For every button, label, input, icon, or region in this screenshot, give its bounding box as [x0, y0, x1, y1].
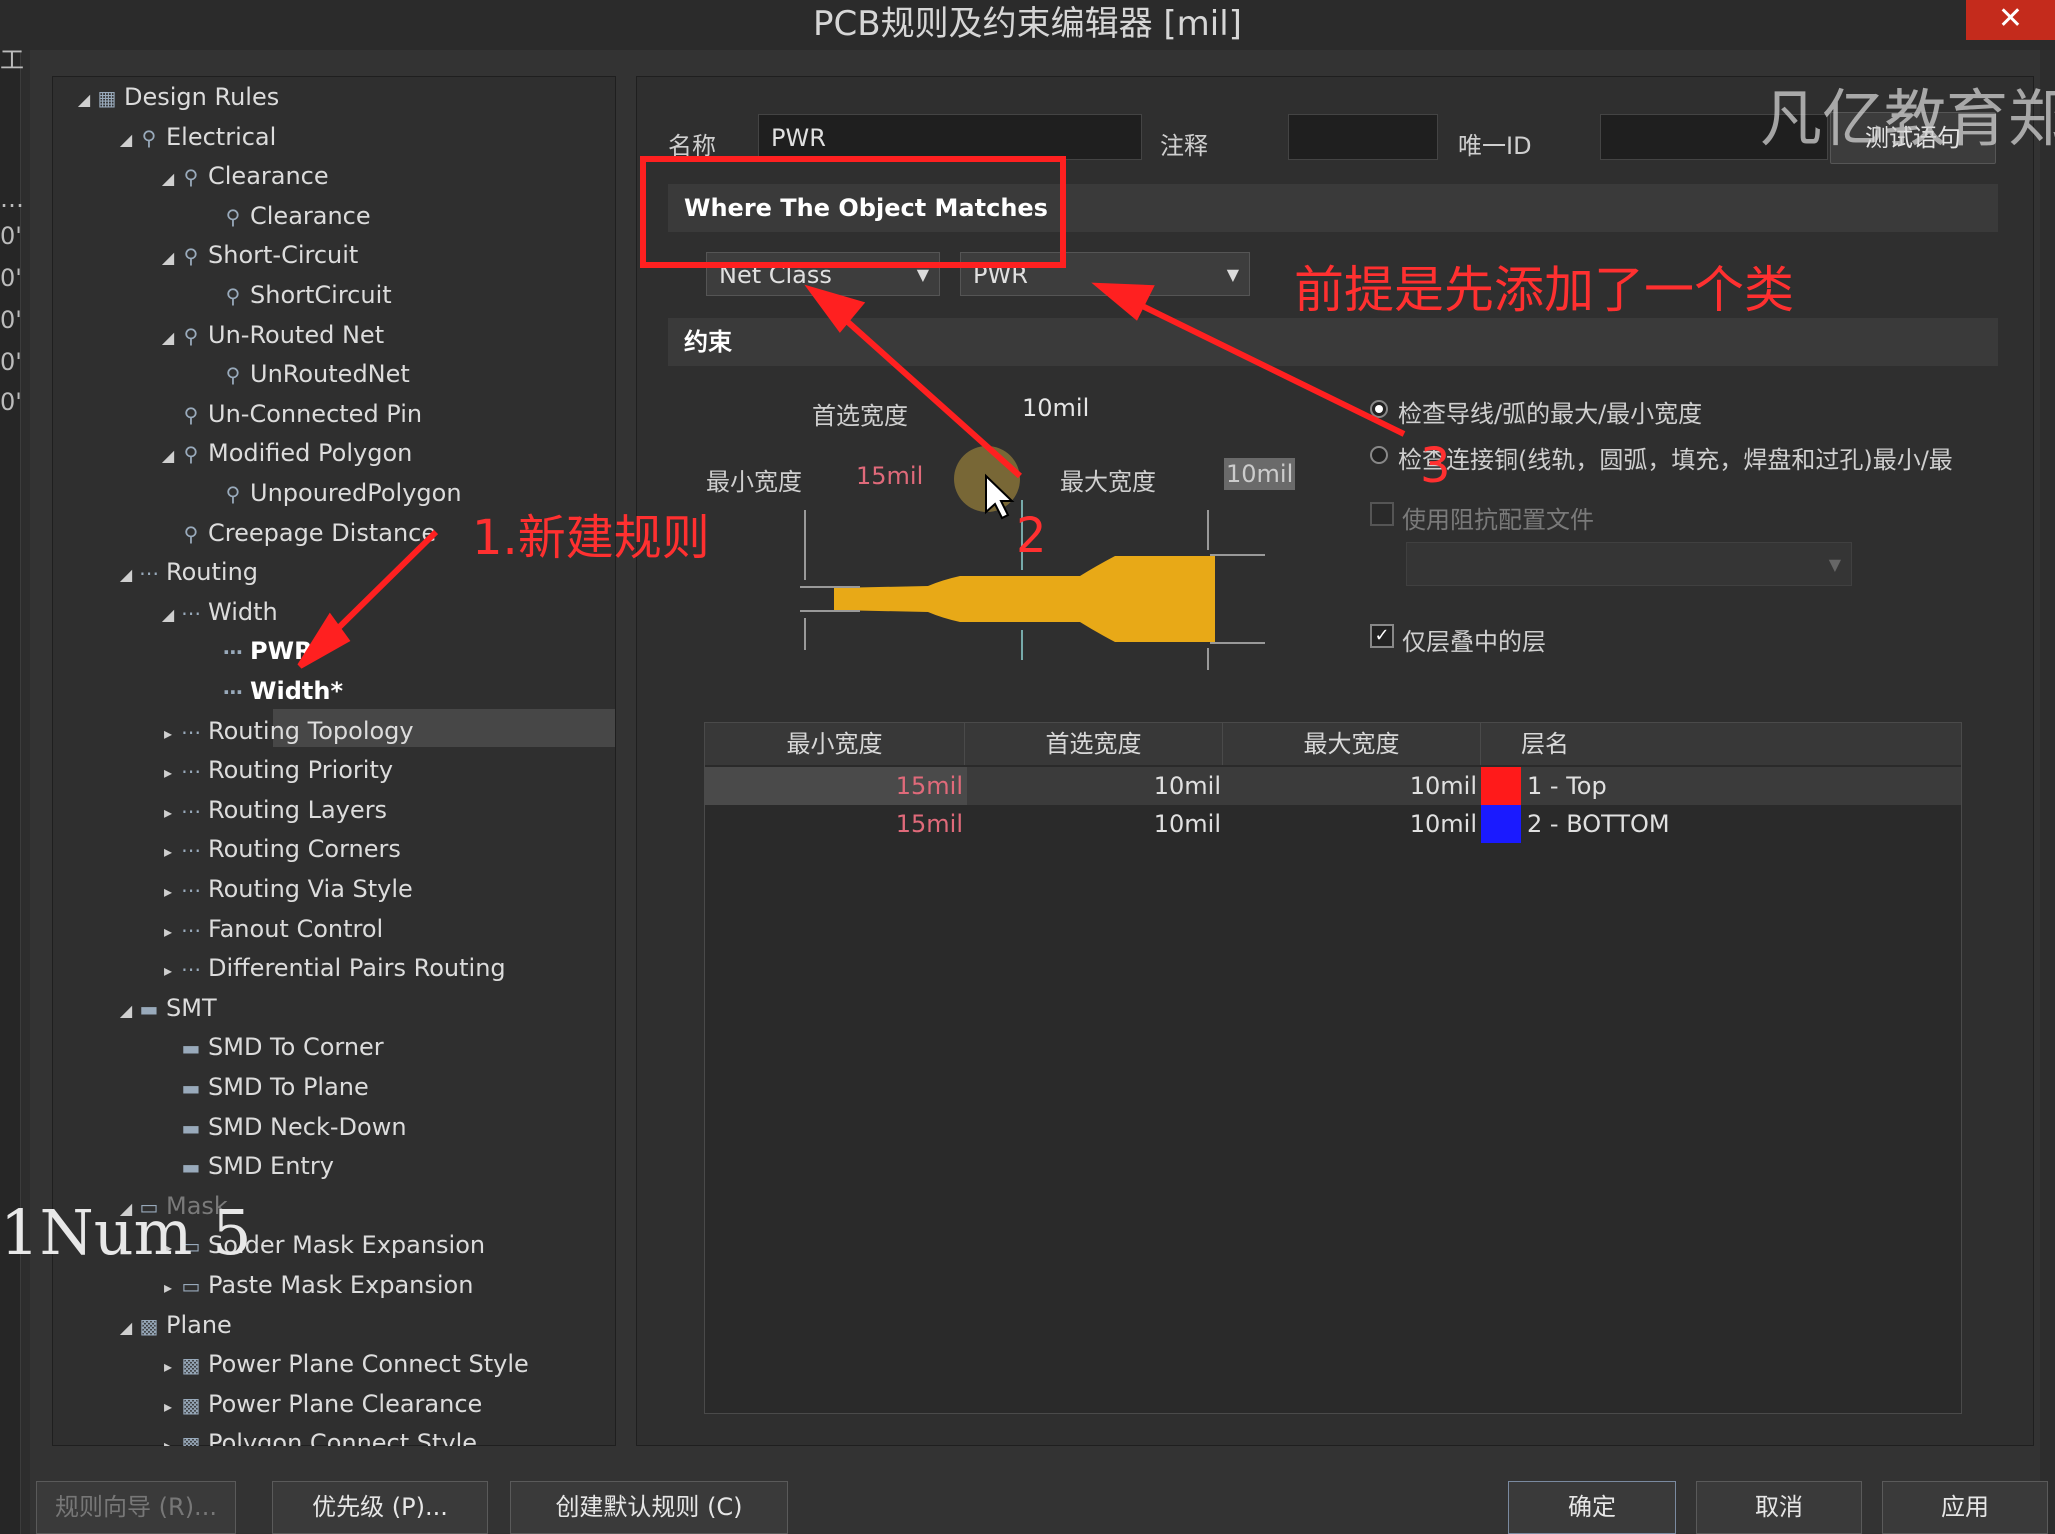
arrow-head	[804, 284, 866, 333]
cursor-pointer-icon	[985, 473, 1015, 520]
arrow-head	[1091, 282, 1155, 321]
arrow-to-class-select	[1124, 295, 1406, 437]
annotation-arrows	[297, 282, 1406, 669]
arrow-to-type-select	[827, 303, 1023, 479]
